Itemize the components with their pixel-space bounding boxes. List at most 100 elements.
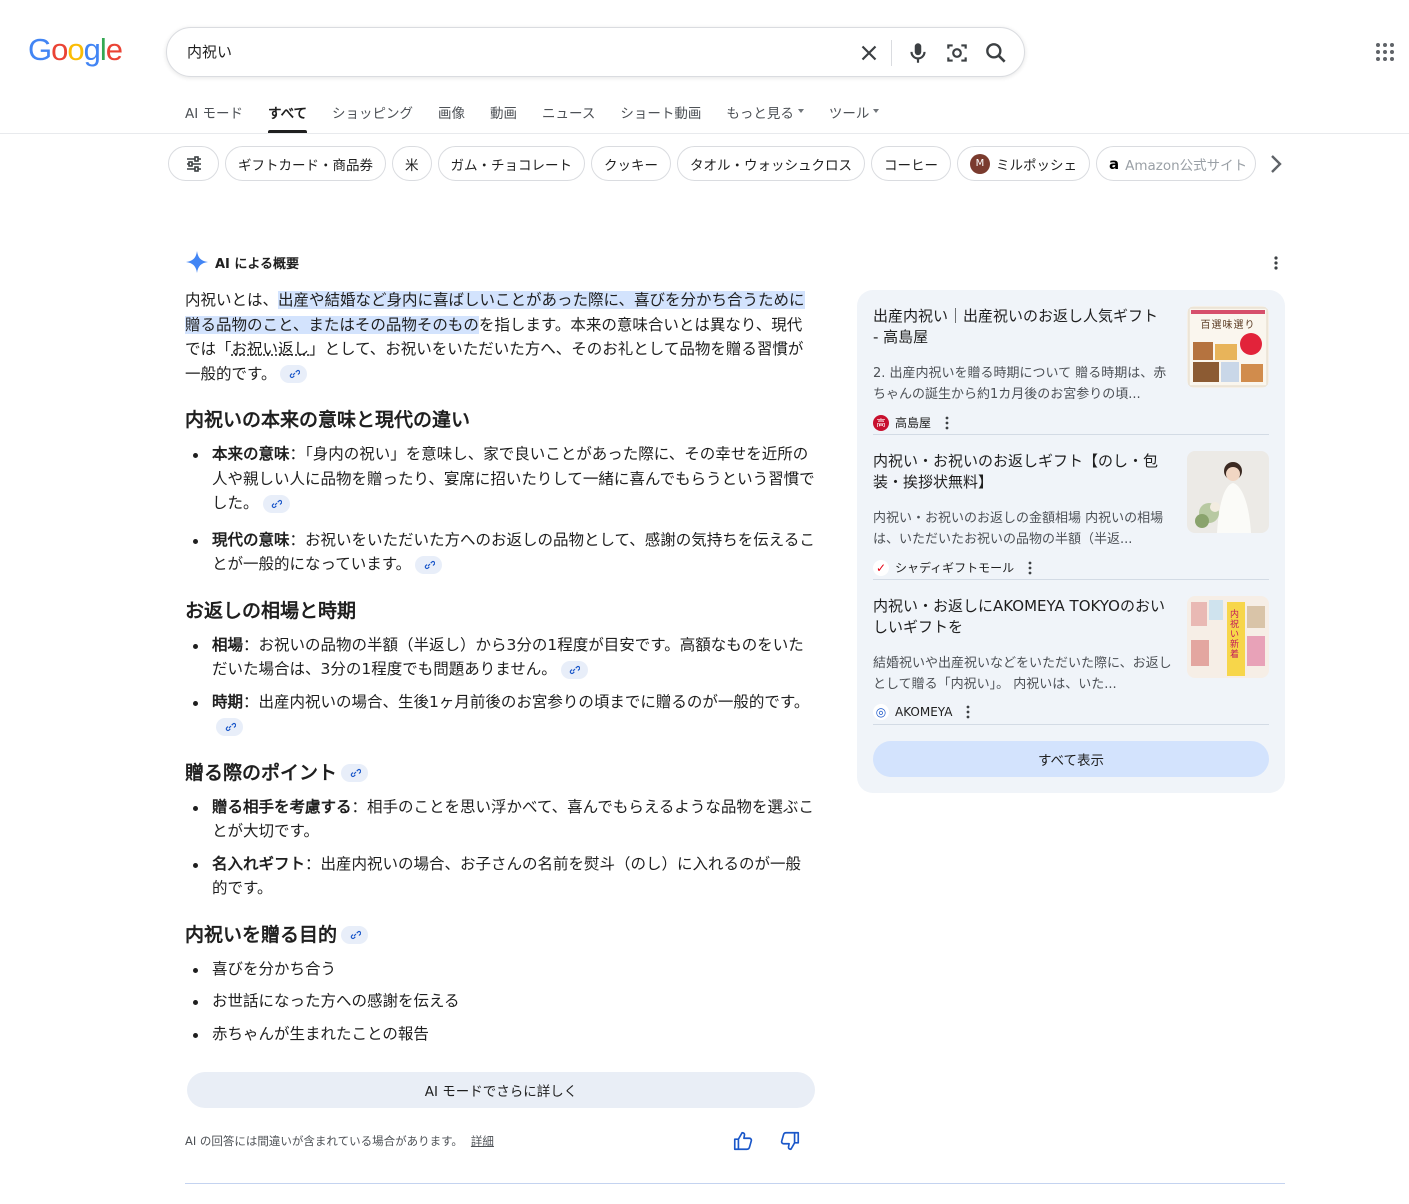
refinement-chips: ギフトカード・商品券 米 ガム・チョコレート クッキー タオル・ウォッシュクロス… (168, 146, 1268, 181)
source-snippet: 内祝い・お祝いのお返しの金額相場 内祝いの相場は、いただいたお祝いの品物の半額（… (873, 511, 1164, 547)
link-icon[interactable] (341, 764, 369, 782)
more-options-icon[interactable] (945, 416, 949, 430)
section-list: 喜びを分かち合う お世話になった方への感謝を伝える 赤ちゃんが生まれたことの報告 (185, 957, 815, 1047)
chevron-down-icon (797, 109, 804, 113)
thumbs-up-icon[interactable] (732, 1130, 754, 1152)
section-list: 本来の意味：「身内の祝い」を意味し、家で良いことがあった際に、その幸せを近所の人… (185, 442, 815, 577)
chevron-right-icon[interactable] (1264, 152, 1288, 176)
source-card[interactable]: 内祝い・お祝いのお返しギフト【のし・包装・挨拶状無料】 内祝い・お祝いのお返しの… (873, 451, 1269, 576)
catalog-title: 百選味選り (1200, 320, 1256, 331)
apps-grid-icon[interactable] (1375, 42, 1395, 62)
source-divider (873, 434, 1269, 435)
tab-ai-mode[interactable]: AI モード (185, 102, 243, 133)
list-item: 本来の意味：「身内の祝い」を意味し、家で良いことがあった際に、その幸せを近所の人… (193, 442, 815, 516)
source-card[interactable]: 内祝い・お返しにAKOMEYA TOKYOのおいしいギフトを 結婚祝いや出産祝い… (873, 596, 1269, 720)
source-thumbnail[interactable]: 百選味選り (1187, 306, 1269, 388)
list-item: 喜びを分かち合う (193, 957, 815, 982)
camera-lens-icon[interactable] (944, 40, 970, 66)
link-icon[interactable] (415, 555, 443, 574)
tab-shopping[interactable]: ショッピング (332, 102, 413, 133)
section-list: 相場：お祝いの品物の半額（半返し）から3分の1程度が目安です。高額なものをいただ… (185, 633, 815, 739)
link-icon[interactable] (560, 660, 588, 679)
source-site: 高 高島屋 (873, 414, 949, 431)
section-heading: 内祝いを贈る目的 (185, 921, 815, 949)
tab-short-videos[interactable]: ショート動画 (620, 102, 701, 133)
chip-towel[interactable]: タオル・ウォッシュクロス (677, 146, 865, 181)
akomeya-favicon-icon: ◎ (873, 704, 889, 720)
source-card[interactable]: 出産内祝い｜出産祝いのお返し人気ギフト - 高島屋 2. 出産内祝いを贈る時期に… (873, 306, 1269, 431)
ai-disclaimer: AI の回答には間違いが含まれている場合があります。 詳細 (185, 1134, 494, 1148)
source-snippet: 結婚祝いや出産祝いなどをいただいた際に、お返しとして贈る「内祝い」。 内祝いは、… (873, 656, 1172, 692)
list-item: お世話になった方への感謝を伝える (193, 989, 815, 1014)
list-item: 赤ちゃんが生まれたことの報告 (193, 1022, 815, 1047)
chip-gift-card[interactable]: ギフトカード・商品券 (225, 146, 386, 181)
section-heading: お返しの相場と時期 (185, 599, 357, 622)
source-title[interactable]: 内祝い・お返しにAKOMEYA TOKYOのおいしいギフトを (873, 596, 1165, 638)
source-site: ◎ AKOMEYA (873, 704, 970, 720)
source-title[interactable]: 出産内祝い｜出産祝いのお返し人気ギフト - 高島屋 (873, 306, 1165, 348)
ai-overview-body: 内祝いとは、出産や結婚など身内に喜ばしいことがあった際に、喜びを分かち合うために… (185, 288, 815, 1054)
sparkle-icon (186, 251, 208, 273)
chip-coffee[interactable]: コーヒー (871, 146, 951, 181)
link-icon[interactable] (280, 365, 308, 383)
microphone-icon[interactable] (905, 40, 931, 66)
ai-overview-header: AI による概要 (185, 250, 299, 274)
shaddy-favicon-icon: ✓ (873, 559, 889, 576)
chevron-down-icon (873, 109, 880, 113)
tab-images[interactable]: 画像 (438, 102, 465, 133)
chip-cookie[interactable]: クッキー (591, 146, 671, 181)
bride-photo-image (1187, 451, 1269, 533)
link-icon[interactable] (341, 926, 369, 944)
filter-chip[interactable] (168, 146, 219, 181)
section-heading: 内祝いの本来の意味と現代の違い (185, 409, 471, 431)
tab-more[interactable]: もっと見る (726, 102, 804, 133)
section-divider (185, 1183, 1285, 1184)
tab-videos[interactable]: 動画 (490, 102, 517, 133)
sources-panel: 出産内祝い｜出産祝いのお返し人気ギフト - 高島屋 2. 出産内祝いを贈る時期に… (857, 290, 1285, 793)
tab-news[interactable]: ニュース (542, 102, 595, 133)
more-options-icon[interactable] (966, 705, 970, 719)
link-icon[interactable] (216, 717, 243, 736)
term-link[interactable]: お祝い返し (232, 340, 310, 358)
show-all-button[interactable]: すべて表示 (873, 741, 1269, 777)
details-link[interactable]: 詳細 (471, 1134, 494, 1148)
source-title[interactable]: 内祝い・お祝いのお返しギフト【のし・包装・挨拶状無料】 (873, 451, 1165, 493)
chip-rice[interactable]: 米 (392, 146, 432, 181)
chip-mirposhe[interactable]: M ミルポッシェ (957, 146, 1090, 181)
clear-icon[interactable] (856, 40, 882, 66)
source-divider (873, 724, 1269, 725)
source-divider (873, 579, 1269, 580)
list-item: 名入れギフト：出産内祝いの場合、お子さんの名前を熨斗（のし）に入れるのが一般的で… (193, 852, 815, 901)
sliders-icon (186, 155, 201, 172)
ai-mode-more-button[interactable]: AI モードでさらに詳しく (187, 1072, 815, 1108)
search-icon[interactable] (983, 40, 1009, 66)
gift-title: 内祝い新着 (1230, 610, 1240, 660)
section-heading: 贈る際のポイント (185, 759, 815, 787)
more-options-icon[interactable] (1028, 561, 1032, 575)
google-logo[interactable]: Google (28, 32, 123, 68)
mirposhe-logo-icon: M (970, 153, 990, 174)
chip-amazon[interactable]: a Amazon公式サイト (1096, 146, 1256, 181)
search-box[interactable] (166, 27, 1025, 77)
search-tabs: AI モード すべて ショッピング 画像 動画 ニュース ショート動画 もっと見… (185, 102, 904, 133)
source-thumbnail[interactable] (1187, 451, 1269, 533)
source-thumbnail[interactable]: 内祝い新着 (1187, 596, 1269, 678)
takashimaya-favicon-icon: 高 (873, 414, 889, 431)
ai-intro: 内祝いとは、出産や結婚など身内に喜ばしいことがあった際に、喜びを分かち合うために… (185, 291, 805, 383)
source-site: ✓ シャディギフトモール (873, 559, 1032, 576)
source-snippet: 2. 出産内祝いを贈る時期について 贈る時期は、赤ちゃんの誕生から約1カ月後のお… (873, 366, 1167, 402)
list-item: 時期：出産内祝いの場合、生後1ヶ月前後のお宮参りの頃までに贈るのが一般的です。 (193, 690, 815, 739)
tab-all[interactable]: すべて (268, 102, 308, 133)
section-list: 贈る相手を考慮する：相手のことを思い浮かべて、喜んでもらえるような品物を選ぶこと… (185, 795, 815, 901)
list-item: 相場：お祝いの品物の半額（半返し）から3分の1程度が目安です。高額なものをいただ… (193, 633, 815, 682)
search-input[interactable] (187, 42, 827, 60)
more-options-icon[interactable] (1268, 255, 1284, 271)
link-icon[interactable] (262, 494, 290, 513)
amazon-logo-icon: a (1109, 153, 1120, 174)
tab-tools[interactable]: ツール (829, 102, 880, 133)
header-divider (0, 133, 1409, 134)
thumbs-down-icon[interactable] (779, 1130, 801, 1152)
gift-products-image (1187, 596, 1269, 678)
chip-gum-chocolate[interactable]: ガム・チョコレート (437, 146, 585, 181)
search-divider (891, 40, 892, 66)
